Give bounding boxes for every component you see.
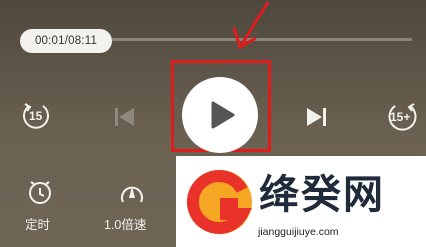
next-button[interactable] [305,105,327,129]
watermark-title: 绛癸网 [259,172,385,218]
skip-next-icon [307,108,326,126]
playback-speed-button[interactable]: 1.0倍速 [102,180,162,232]
logo-emblem-icon [187,170,252,234]
rewind-label: 15 [29,109,43,123]
play-button[interactable] [182,77,258,153]
watermark-logo: 绛癸网 jiangguijiuye.com [176,156,426,247]
alarm-clock-icon [29,181,51,204]
forward-label: 15+ [390,110,411,124]
skip-previous-icon [115,108,134,126]
timer-label: 定时 [25,218,51,232]
speed-gauge-icon [121,186,143,203]
sleep-timer-button[interactable]: 定时 [20,180,60,232]
previous-button[interactable] [114,105,136,129]
rewind-15-button[interactable]: 15 [21,101,51,131]
watermark-url: jiangguijiuye.com [258,226,339,238]
forward-15-button[interactable]: 15+ [386,101,420,133]
play-icon [211,101,235,129]
speed-label: 1.0倍速 [104,218,147,232]
